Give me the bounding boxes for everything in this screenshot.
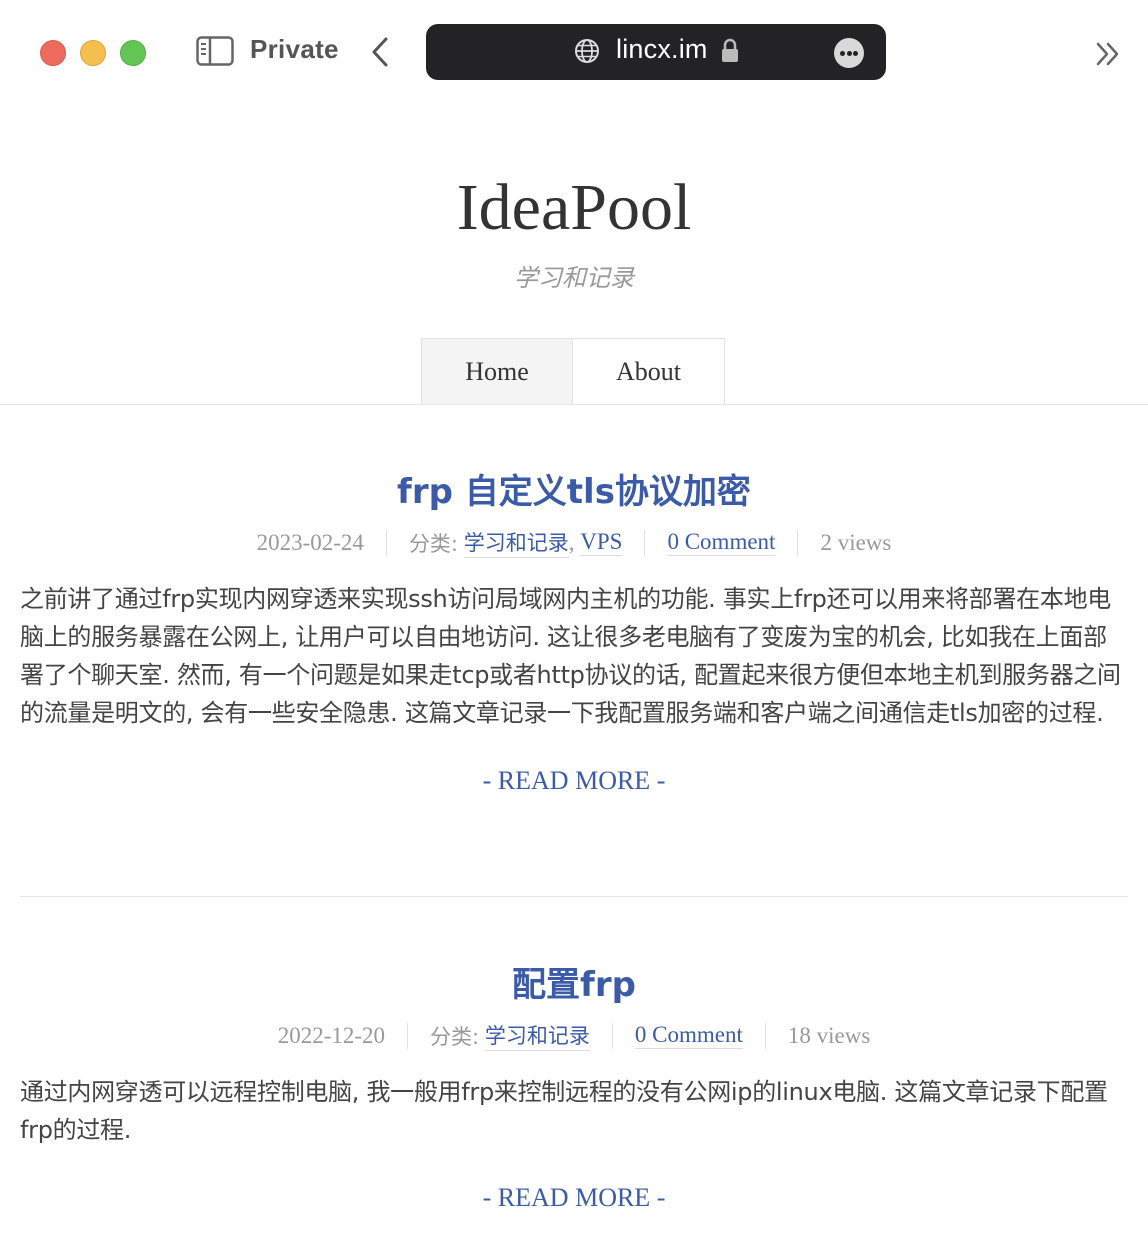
main-nav: Home About (421, 338, 725, 405)
meta-divider (764, 1022, 766, 1049)
category-label: 分类: (430, 1024, 480, 1049)
nav-divider (0, 404, 1148, 405)
site-title[interactable]: IdeaPool (0, 170, 1148, 246)
double-chevron-right-icon[interactable] (1094, 40, 1122, 68)
private-mode-label: Private (250, 34, 339, 64)
site-subtitle: 学习和记录 (514, 264, 634, 292)
meta-divider (407, 1022, 409, 1049)
view-count: 2 views (820, 529, 892, 555)
back-arrow-icon[interactable] (368, 36, 392, 68)
post-meta: 2022-12-20 分类: 学习和记录 0 Comment 18 views (20, 1020, 1128, 1051)
post-title[interactable]: frp 自定义tls协议加密 (20, 464, 1128, 513)
close-window-button[interactable] (40, 40, 66, 66)
lock-icon (720, 38, 740, 64)
category-link[interactable]: VPS (580, 529, 623, 556)
globe-icon (574, 38, 600, 64)
post-item: frp 自定义tls协议加密 2023-02-24 分类: 学习和记录, VPS… (20, 464, 1128, 796)
post-excerpt: 通过内网穿透可以远程控制电脑, 我一般用frp来控制远程的没有公网ip的linu… (20, 1078, 1108, 1144)
meta-divider (385, 529, 387, 556)
read-more-link[interactable]: - READ MORE - (20, 1183, 1128, 1213)
meta-divider (797, 529, 799, 556)
post-meta: 2023-02-24 分类: 学习和记录, VPS 0 Comment 2 vi… (20, 527, 1128, 558)
browser-toolbar: Private lincx.im (0, 0, 1148, 104)
read-more-link[interactable]: - READ MORE - (20, 766, 1128, 796)
minimize-window-button[interactable] (80, 40, 106, 66)
category-label: 分类: (408, 531, 459, 556)
url-text: lincx.im (616, 34, 708, 64)
browser-window: Private lincx.im IdeaPool 学习和记录 Home Abo… (0, 0, 1148, 1254)
comments-link[interactable]: 0 Comment (634, 1022, 743, 1049)
sidebar-toggle-icon[interactable] (196, 36, 234, 66)
post-excerpt: 之前讲了通过frp实现内网穿透来实现ssh访问局域网内主机的功能. 事实上frp… (20, 585, 1121, 727)
nav-item-home[interactable]: Home (422, 339, 573, 405)
category-separator: , (568, 529, 575, 555)
comments-link[interactable]: 0 Comment (667, 529, 776, 556)
zoom-window-button[interactable] (120, 40, 146, 66)
post-divider (20, 896, 1128, 897)
post-item: 配置frp 2022-12-20 分类: 学习和记录 0 Comment 18 … (20, 957, 1128, 1213)
view-count: 18 views (787, 1022, 871, 1048)
post-date: 2023-02-24 (256, 529, 364, 555)
post-date: 2022-12-20 (277, 1022, 386, 1048)
more-options-icon[interactable] (834, 38, 864, 68)
category-link[interactable]: 学习和记录 (463, 527, 569, 558)
category-link[interactable]: 学习和记录 (484, 1020, 590, 1051)
meta-divider (644, 529, 646, 556)
nav-item-about[interactable]: About (573, 339, 724, 405)
meta-divider (611, 1022, 613, 1049)
post-title[interactable]: 配置frp (20, 957, 1128, 1006)
address-bar[interactable]: lincx.im (426, 24, 886, 80)
